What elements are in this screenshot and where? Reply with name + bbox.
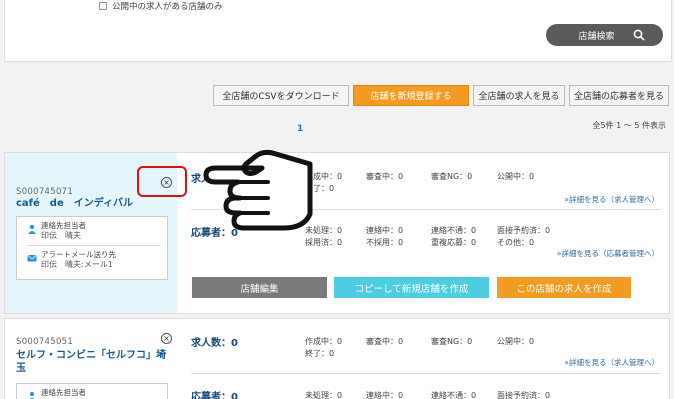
- view-all-applicants-button[interactable]: 全店舗の応募者を見る: [569, 85, 669, 106]
- search-icon: [633, 29, 645, 41]
- divider: [191, 373, 661, 374]
- open-jobs-only-label: 公開中の求人がある店舗のみ: [112, 2, 223, 12]
- page-number-current[interactable]: 1: [297, 124, 303, 134]
- store-name[interactable]: café de インディバル: [16, 197, 133, 210]
- jobs-published: 公開中：0: [497, 337, 535, 346]
- jobs-ended: 終了：0: [305, 349, 335, 358]
- applicants-duplicate: 重複応募：0: [431, 238, 477, 247]
- mail-icon: [27, 254, 37, 262]
- store-search-button[interactable]: 店舗検索: [546, 24, 663, 46]
- result-count: 全5件 1 〜 5 件表示: [592, 121, 666, 130]
- applicants-interview: 面接予約済：0: [497, 226, 551, 235]
- jobs-detail-link[interactable]: »詳細を見る（求人管理へ）: [564, 357, 659, 368]
- store-name[interactable]: セルフ・コンビニ「セルフコ」埼玉: [16, 349, 172, 375]
- applicants-count-title: 応募者：0: [191, 392, 238, 399]
- copy-store-button[interactable]: コピーして新規店舗を作成: [334, 277, 489, 298]
- contact-person-name: 印伝 晴夫: [41, 231, 81, 240]
- applicants-contacting: 連絡中：0: [366, 391, 404, 399]
- applicants-rejected: 不採用：0: [366, 238, 404, 247]
- applicants-unreachable: 連絡不通：0: [431, 226, 477, 235]
- store-info-panel: S000745051 セルフ・コンビニ「セルフコ」埼玉 × 連絡先担当者: [5, 319, 177, 399]
- contact-person-label: 連絡先担当者: [41, 221, 86, 230]
- csv-download-button[interactable]: 全店舗のCSVをダウンロード: [213, 85, 349, 106]
- highlight-box: [137, 166, 187, 197]
- edit-store-button[interactable]: 店舗編集: [192, 277, 327, 298]
- jobs-detail-link[interactable]: »詳細を見る（求人管理へ）: [564, 194, 659, 205]
- search-panel: 公開中の求人がある店舗のみ 店舗検索: [4, 0, 672, 62]
- pointing-hand-icon: [203, 149, 313, 231]
- contact-person-label: 連絡先担当者: [41, 388, 86, 397]
- applicants-unprocessed: 未処理：0: [305, 391, 343, 399]
- store-search-label: 店舗検索: [578, 31, 615, 42]
- view-all-jobs-button[interactable]: 全店舗の求人を見る: [473, 85, 565, 106]
- store-id: S000745051: [16, 337, 74, 347]
- person-icon: [28, 224, 36, 234]
- new-store-button[interactable]: 店舗を新規登録する: [353, 85, 469, 106]
- applicants-other: その他：0: [497, 238, 535, 247]
- applicants-contacting: 連絡中：0: [366, 226, 404, 235]
- jobs-reviewing: 審査中：0: [366, 172, 404, 181]
- alert-mail-label: アラートメール送り先: [41, 250, 116, 259]
- store-card: S000745051 セルフ・コンビニ「セルフコ」埼玉 × 連絡先担当者 求人数…: [4, 318, 670, 399]
- jobs-review-ng: 審査NG：0: [431, 337, 473, 346]
- applicants-detail-link[interactable]: »詳細を見る（応募者管理へ）: [557, 248, 659, 259]
- create-job-button[interactable]: この店舗の求人を作成: [497, 277, 631, 298]
- store-id: S000745071: [16, 187, 74, 197]
- close-icon[interactable]: ×: [161, 333, 172, 344]
- jobs-reviewing: 審査中：0: [366, 337, 404, 346]
- jobs-creating: 作成中：0: [305, 337, 343, 346]
- contact-box: 連絡先担当者: [16, 383, 168, 399]
- jobs-count-title: 求人数：0: [191, 338, 238, 349]
- contact-box: 連絡先担当者 印伝 晴夫 アラートメール送り先 印伝 晴夫:メール1: [16, 216, 168, 280]
- checkbox[interactable]: [99, 2, 107, 10]
- applicants-interview: 面接予約済：0: [497, 391, 551, 399]
- alert-mail-value: 印伝 晴夫:メール1: [41, 260, 113, 269]
- open-jobs-only-filter[interactable]: 公開中の求人がある店舗のみ: [99, 0, 223, 12]
- store-card: S000745071 café de インディバル × 連絡先担当者 印伝 晴夫…: [4, 152, 670, 314]
- jobs-review-ng: 審査NG：0: [431, 172, 473, 181]
- person-icon: [29, 391, 35, 399]
- applicants-unreachable: 連絡不通：0: [431, 391, 477, 399]
- jobs-published: 公開中：0: [497, 172, 535, 181]
